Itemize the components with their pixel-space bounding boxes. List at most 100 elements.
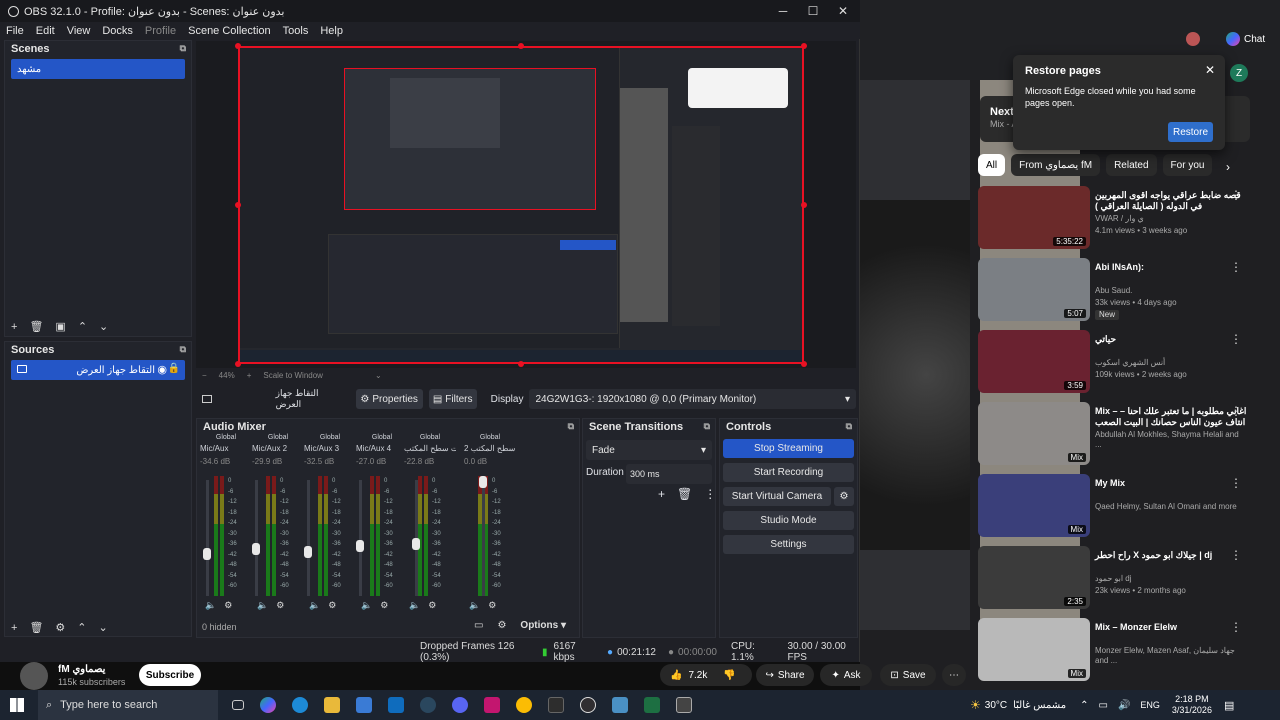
- mute-speaker-icon[interactable]: 🔈: [409, 600, 420, 611]
- advanced-audio-icon[interactable]: ⚙: [497, 620, 506, 631]
- chat-button[interactable]: Chat: [1244, 34, 1265, 45]
- display-capture-preview[interactable]: [238, 46, 804, 364]
- transform-handle[interactable]: [801, 43, 807, 49]
- channel-name[interactable]: Mic/Aux 4: [356, 444, 408, 453]
- terminal-icon[interactable]: [548, 697, 564, 713]
- chip-for-you[interactable]: For you: [1162, 154, 1213, 176]
- transition-select[interactable]: Fade ▾: [586, 440, 712, 460]
- video-title[interactable]: Abi INsAn):: [1095, 262, 1247, 273]
- menu-profile[interactable]: Profile: [145, 25, 176, 37]
- start-recording-button[interactable]: Start Recording: [723, 463, 854, 482]
- video-thumbnail[interactable]: 2:35: [978, 546, 1090, 609]
- chevron-right-icon[interactable]: ›: [1226, 160, 1230, 174]
- video-thumbnail[interactable]: Mix: [978, 618, 1090, 681]
- mute-speaker-icon[interactable]: 🔈: [469, 600, 480, 611]
- scale-mode[interactable]: Scale to Window: [263, 371, 323, 380]
- task-view-icon[interactable]: [232, 700, 244, 710]
- transform-handle[interactable]: [235, 361, 241, 367]
- channel-settings-icon[interactable]: ⚙: [428, 600, 436, 611]
- more-options-icon[interactable]: ⋮: [1230, 260, 1242, 274]
- undock-icon[interactable]: ⧉: [704, 421, 710, 432]
- close-icon[interactable]: ✕: [1205, 63, 1215, 77]
- video-channel[interactable]: Abu Saud.: [1095, 286, 1247, 296]
- transform-handle[interactable]: [801, 202, 807, 208]
- channel-name[interactable]: Mic/Aux: [200, 444, 252, 453]
- menu-help[interactable]: Help: [320, 25, 343, 37]
- volume-icon[interactable]: 🔊: [1118, 700, 1130, 711]
- menu-tools[interactable]: Tools: [283, 25, 309, 37]
- video-title[interactable]: My Mix: [1095, 478, 1247, 489]
- remove-transition-icon[interactable]: 🗑: [677, 487, 692, 501]
- related-video-item[interactable]: 2:35 راح احطر X جيلاك ابو حمود | dj ابو حم…: [978, 546, 1268, 614]
- related-video-item[interactable]: 5:35:22 قصه ضابط عراقي يواجه اقوى المهربي…: [978, 186, 1268, 254]
- video-thumbnail[interactable]: 3:59: [978, 330, 1090, 393]
- menu-scene-collection[interactable]: Scene Collection: [188, 25, 271, 37]
- windows-start-icon[interactable]: [10, 698, 24, 712]
- related-video-item[interactable]: Mix Mix – Monzer Elelw Monzer Elelw, Mazen…: [978, 618, 1268, 686]
- dislike-icon[interactable]: 👎: [723, 670, 735, 681]
- transform-handle[interactable]: [518, 43, 524, 49]
- copilot-taskbar-icon[interactable]: [260, 697, 276, 713]
- transform-handle[interactable]: [518, 361, 524, 367]
- close-icon[interactable]: ✕: [828, 0, 858, 22]
- video-title[interactable]: قصه ضابط عراقي يواجه اقوى المهربين في ال…: [1095, 190, 1247, 212]
- filters-button[interactable]: ▤ Filters: [428, 389, 477, 409]
- obs-taskbar-icon[interactable]: [580, 697, 596, 713]
- steam-icon[interactable]: [420, 697, 436, 713]
- weather-temp[interactable]: 30°C: [985, 700, 1007, 711]
- save-button[interactable]: ⊡ Save: [880, 664, 936, 686]
- app-icon[interactable]: [484, 697, 500, 713]
- chevron-down-icon[interactable]: ⌄: [375, 371, 382, 380]
- stop-streaming-button[interactable]: Stop Streaming: [723, 439, 854, 458]
- excel-icon[interactable]: [644, 697, 660, 713]
- menu-docks[interactable]: Docks: [102, 25, 133, 37]
- video-channel[interactable]: Qaed Helmy, Sultan Al Omani and more: [1095, 502, 1247, 512]
- channel-avatar[interactable]: [20, 662, 48, 690]
- settings-button[interactable]: Settings: [723, 535, 854, 554]
- maximize-icon[interactable]: ☐: [798, 0, 828, 22]
- chip-all[interactable]: All: [978, 154, 1006, 176]
- more-options-icon[interactable]: ⋮: [1230, 332, 1242, 346]
- related-video-item[interactable]: Mix Mix – اغاني مطلوبه | ما تعتبر علك احن…: [978, 402, 1268, 470]
- volume-fader-knob[interactable]: [252, 543, 260, 555]
- more-options-icon[interactable]: ⋮: [1230, 620, 1242, 634]
- channel-name[interactable]: صوت سطح المكتب 2: [464, 444, 516, 453]
- display-select[interactable]: 24G2W1G3-: 1920x1080 @ 0,0 (Primary Moni…: [529, 389, 856, 409]
- start-virtual-camera-button[interactable]: Start Virtual Camera: [723, 487, 831, 506]
- volume-fader-knob[interactable]: [479, 476, 487, 488]
- options-button[interactable]: Options ▾: [520, 620, 566, 631]
- channel-name[interactable]: صوت سطح المكتب: [404, 444, 456, 453]
- undock-icon[interactable]: ⧉: [180, 43, 186, 54]
- language-indicator[interactable]: ENG: [1140, 700, 1160, 710]
- visibility-eye-icon[interactable]: ◉: [157, 363, 167, 376]
- remove-source-icon[interactable]: 🗑: [29, 621, 43, 634]
- studio-mode-button[interactable]: Studio Mode: [723, 511, 854, 530]
- remove-scene-icon[interactable]: 🗑: [29, 320, 43, 333]
- move-down-icon[interactable]: ⌄: [99, 320, 108, 333]
- volume-fader[interactable]: [206, 480, 209, 596]
- video-title[interactable]: راح احطر X جيلاك ابو حمود | dj: [1095, 550, 1247, 561]
- file-explorer-icon[interactable]: [324, 697, 340, 713]
- video-title[interactable]: Mix – اغاني مطلوبه | ما تعتبر علك احنا –…: [1095, 406, 1247, 428]
- channel-name[interactable]: Mic/Aux 2: [252, 444, 304, 453]
- store-icon[interactable]: [356, 697, 372, 713]
- tray-chevron-icon[interactable]: ⌃: [1080, 700, 1088, 711]
- like-count[interactable]: 7.2k: [688, 670, 707, 681]
- undock-icon[interactable]: ⧉: [180, 344, 186, 355]
- outlook-icon[interactable]: [388, 697, 404, 713]
- video-channel[interactable]: VWAR / ي وار: [1095, 214, 1247, 224]
- zoom-in-icon[interactable]: +: [247, 371, 252, 380]
- more-icon[interactable]: ⋮: [704, 487, 716, 501]
- scene-filters-icon[interactable]: ▣: [55, 320, 65, 333]
- notifications-icon[interactable]: ▤: [1224, 699, 1234, 712]
- scene-item[interactable]: مشهد: [11, 59, 185, 79]
- related-video-item[interactable]: Mix My Mix Qaed Helmy, Sultan Al Omani and…: [978, 474, 1268, 542]
- transform-handle[interactable]: [235, 202, 241, 208]
- mute-speaker-icon[interactable]: 🔈: [361, 600, 372, 611]
- chrome-icon[interactable]: [516, 697, 532, 713]
- subscribe-button[interactable]: Subscribe: [139, 664, 201, 686]
- channel-settings-icon[interactable]: ⚙: [488, 600, 496, 611]
- channel-settings-icon[interactable]: ⚙: [380, 600, 388, 611]
- duration-input[interactable]: 300 ms: [626, 464, 712, 484]
- channel-name[interactable]: Mic/Aux 3: [304, 444, 356, 453]
